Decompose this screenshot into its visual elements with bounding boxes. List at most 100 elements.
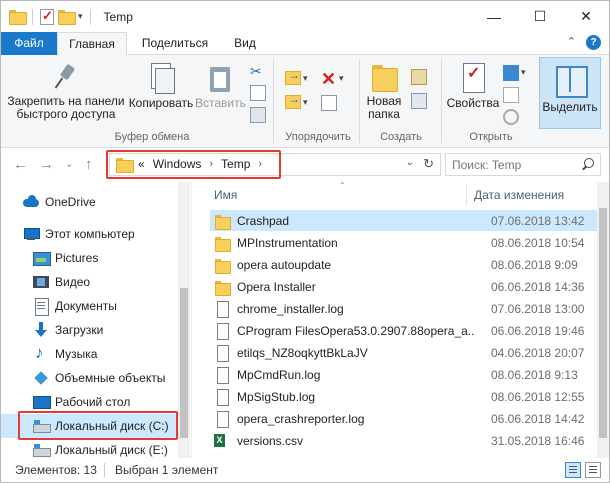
- desktop-icon: [33, 394, 51, 410]
- forward-arrow-icon[interactable]: →: [39, 156, 54, 173]
- easy-access-icon[interactable]: [411, 93, 427, 109]
- downloads-icon: [33, 322, 49, 338]
- properties-label: Свойства: [446, 96, 500, 110]
- close-button[interactable]: ✕: [563, 1, 609, 32]
- search-box[interactable]: Поиск: Temp: [445, 153, 601, 176]
- nav-item-music[interactable]: Музыка: [1, 342, 177, 366]
- scrollbar-thumb[interactable]: [599, 208, 607, 438]
- folder-icon: [214, 213, 231, 230]
- file-list-scrollbar[interactable]: [597, 182, 609, 458]
- history-icon[interactable]: [503, 109, 519, 125]
- address-history-dropdown-icon[interactable]: ⌄: [406, 157, 414, 168]
- group-divider: [441, 59, 442, 143]
- rename-icon[interactable]: [321, 95, 337, 111]
- paste-shortcut-icon[interactable]: [250, 107, 266, 123]
- copy-label: Копировать: [128, 96, 194, 110]
- open-icon[interactable]: [503, 65, 519, 81]
- copy-to-button[interactable]: [285, 92, 301, 111]
- navigation-pane: OneDrive Этот компьютер Pictures Видео Д…: [1, 182, 191, 458]
- pin-label-line2: быстрого доступа: [16, 107, 116, 121]
- table-row[interactable]: Opera Installer 06.06.2018 14:36: [210, 276, 605, 297]
- group-divider: [359, 59, 360, 143]
- file-name: MPInstrumentation: [237, 235, 338, 250]
- cut-icon[interactable]: ✂: [250, 63, 266, 79]
- move-to-button[interactable]: [285, 68, 301, 87]
- folder-icon: [214, 235, 231, 252]
- new-folder-quick-icon[interactable]: [58, 10, 76, 25]
- open-group-label: Открыть: [469, 131, 513, 143]
- nav-item-label: OneDrive: [45, 195, 96, 209]
- pin-to-quick-access-button[interactable]: Закрепить на панели быстрого доступа: [5, 63, 127, 121]
- scrollbar-thumb[interactable]: [180, 288, 188, 438]
- back-arrow-icon[interactable]: ←: [13, 156, 28, 173]
- copy-button[interactable]: Копировать: [127, 63, 195, 110]
- nav-pane-scrollbar[interactable]: [178, 182, 190, 458]
- table-row[interactable]: CProgram FilesOpera53.0.2907.88opera_a..…: [210, 320, 605, 341]
- paste-button[interactable]: Вставить: [195, 63, 246, 110]
- search-icon: [582, 158, 594, 170]
- table-row[interactable]: MpCmdRun.log 08.06.2018 9:13: [210, 364, 605, 385]
- nav-item-label: Рабочий стол: [55, 395, 131, 409]
- properties-quick-icon[interactable]: [40, 8, 54, 25]
- tab-view[interactable]: Вид: [223, 32, 267, 55]
- nav-item-pictures[interactable]: Pictures: [1, 246, 177, 270]
- table-row[interactable]: opera_crashreporter.log 06.06.2018 14:42: [210, 408, 605, 429]
- copy-icon: [148, 63, 175, 94]
- minimize-button[interactable]: —: [471, 1, 517, 32]
- large-icons-view-icon[interactable]: [585, 462, 601, 478]
- 3d-objects-icon: [33, 370, 49, 386]
- file-date: 04.06.2018 20:07: [491, 345, 585, 360]
- table-row[interactable]: etilqs_NZ8oqkyttBkLaJV 04.06.2018 20:07: [210, 342, 605, 363]
- nav-item-onedrive[interactable]: OneDrive: [1, 190, 177, 214]
- file-name: Crashpad: [237, 213, 290, 228]
- up-arrow-icon[interactable]: ↑: [85, 156, 93, 173]
- toolbar-divider: [32, 8, 33, 25]
- tab-share[interactable]: Поделиться: [133, 32, 217, 55]
- nav-item-video[interactable]: Видео: [1, 270, 177, 294]
- delete-dropdown-icon[interactable]: ▾: [339, 73, 355, 89]
- delete-icon[interactable]: ✕: [321, 70, 337, 88]
- file-icon: [214, 322, 230, 340]
- table-row[interactable]: MpSigStub.log 08.06.2018 12:55: [210, 386, 605, 407]
- customize-toolbar-dropdown-icon[interactable]: ▾: [78, 11, 83, 22]
- refresh-icon[interactable]: ↻: [423, 156, 434, 172]
- move-to-dropdown-icon[interactable]: ▾: [303, 73, 319, 89]
- music-icon: [33, 343, 49, 363]
- tab-file[interactable]: Файл: [1, 32, 57, 55]
- table-row[interactable]: versions.csv 31.05.2018 16:46: [210, 430, 605, 451]
- table-row[interactable]: Crashpad 07.06.2018 13:42: [210, 210, 605, 231]
- file-list: Имя ⌃ Дата изменения Crashpad 07.06.2018…: [192, 181, 609, 458]
- help-icon[interactable]: ?: [586, 35, 601, 50]
- maximize-button[interactable]: ☐: [517, 1, 563, 32]
- collapse-ribbon-chevron-icon[interactable]: ⌃: [567, 35, 576, 50]
- file-icon: [214, 366, 230, 384]
- new-folder-button[interactable]: Новая папка: [363, 63, 405, 121]
- copy-path-icon[interactable]: [250, 85, 266, 101]
- table-row[interactable]: opera autoupdate 08.06.2018 9:09: [210, 254, 605, 275]
- file-name: Opera Installer: [237, 279, 316, 294]
- table-row[interactable]: MPInstrumentation 08.06.2018 10:54: [210, 232, 605, 253]
- column-divider[interactable]: [466, 184, 467, 206]
- properties-button[interactable]: Свойства: [445, 63, 501, 110]
- nav-item-this-pc[interactable]: Этот компьютер: [1, 222, 177, 246]
- select-button[interactable]: Выделить: [539, 63, 601, 114]
- nav-item-downloads[interactable]: Загрузки: [1, 318, 177, 342]
- file-date: 31.05.2018 16:46: [491, 433, 585, 448]
- drive-icon: [33, 442, 51, 458]
- column-header-date[interactable]: Дата изменения: [474, 182, 594, 208]
- recent-locations-chevron-icon[interactable]: ⌄: [65, 159, 73, 170]
- ribbon-tabs: Файл Главная Поделиться Вид ⌃ ?: [1, 32, 609, 56]
- table-row[interactable]: chrome_installer.log 07.06.2018 13:00: [210, 298, 605, 319]
- nav-item-3d-objects[interactable]: Объемные объекты: [1, 366, 177, 390]
- address-highlight-box: [106, 150, 281, 179]
- tab-home[interactable]: Главная: [57, 32, 127, 56]
- file-name: CProgram FilesOpera53.0.2907.88opera_a..…: [237, 323, 474, 338]
- edit-icon[interactable]: [503, 87, 519, 103]
- new-item-icon[interactable]: [411, 69, 427, 85]
- window-controls: — ☐ ✕: [471, 1, 609, 32]
- copy-to-dropdown-icon[interactable]: ▾: [303, 97, 319, 113]
- open-dropdown-icon[interactable]: ▾: [521, 67, 537, 83]
- details-view-icon[interactable]: [565, 462, 581, 478]
- status-divider: [104, 463, 105, 477]
- nav-item-documents[interactable]: Документы: [1, 294, 177, 318]
